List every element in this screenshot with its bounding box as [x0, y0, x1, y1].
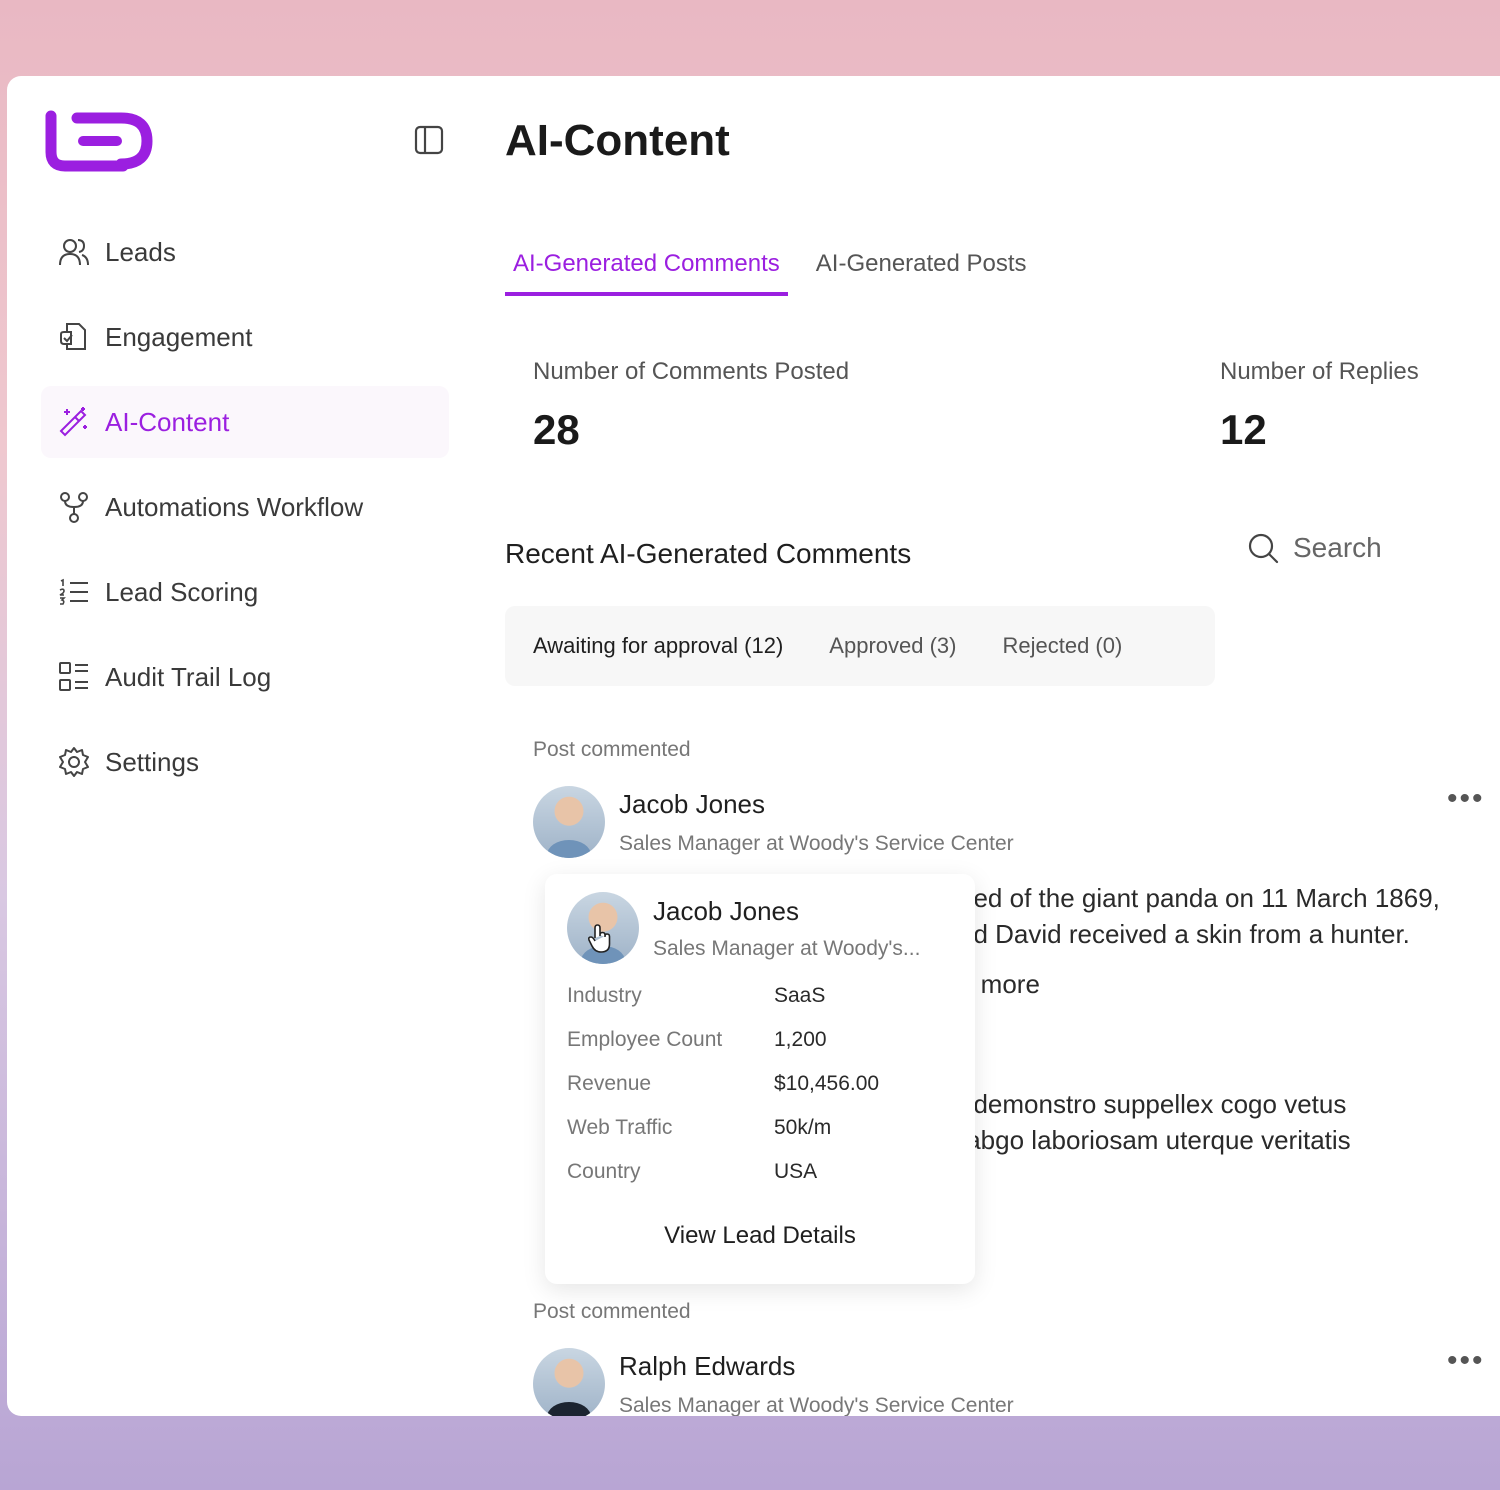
author-title: Sales Manager at Woody's Service Center — [619, 831, 1014, 855]
gear-icon — [57, 745, 91, 779]
sidebar-toggle-icon[interactable] — [413, 124, 445, 156]
field-value: USA — [774, 1160, 818, 1183]
filter-approved[interactable]: Approved (3) — [829, 633, 956, 659]
post-commented-label: Post commented — [533, 1300, 691, 1323]
author-name: Jacob Jones — [653, 895, 799, 926]
status-filter-bar: Awaiting for approval (12) Approved (3) … — [505, 606, 1215, 686]
tab-ai-generated-comments[interactable]: AI-Generated Comments — [505, 246, 788, 296]
hand-cursor-icon — [587, 924, 611, 953]
content-tabs: AI-Generated Comments AI-Generated Posts — [505, 246, 1055, 296]
sidebar-item-ai-content[interactable]: AI-Content — [41, 386, 449, 458]
field-key: Employee Count — [567, 1028, 723, 1051]
field-web-traffic: Web Traffic 50k/m — [567, 1116, 953, 1140]
comment-line: tabgo laboriosam uterque veritatis — [959, 1125, 1351, 1155]
sidebar-item-lead-scoring[interactable]: Lead Scoring — [41, 556, 449, 628]
comment-line: ned of the giant panda on 11 March 1869, — [959, 883, 1440, 913]
tab-ai-generated-posts[interactable]: AI-Generated Posts — [808, 246, 1035, 296]
sidebar-item-engagement[interactable]: Engagement — [41, 301, 449, 373]
sidebar-item-label: Automations Workflow — [105, 491, 364, 522]
stat-value: 28 — [533, 406, 580, 453]
filter-rejected[interactable]: Rejected (0) — [1002, 633, 1122, 659]
field-key: Web Traffic — [567, 1116, 673, 1139]
field-employee-count: Employee Count 1,200 — [567, 1028, 953, 1052]
stat-replies: Number of Replies 12 — [1220, 358, 1419, 454]
comment-line: ; demonstro suppellex cogo vetus — [959, 1089, 1347, 1119]
post-commented-label: Post commented — [533, 738, 691, 761]
engagement-icon — [57, 320, 91, 354]
page-title: AI-Content — [505, 116, 730, 165]
avatar[interactable] — [533, 786, 605, 858]
sidebar-item-label: AI-Content — [105, 406, 230, 437]
audit-log-icon — [57, 660, 91, 694]
field-key: Revenue — [567, 1072, 652, 1095]
author-title: Sales Manager at Woody's Service Center — [619, 1393, 1014, 1417]
workflow-icon — [57, 490, 91, 524]
avatar[interactable] — [533, 1348, 605, 1416]
stat-comments-posted: Number of Comments Posted 28 — [533, 358, 849, 454]
field-value: 1,200 — [774, 1028, 827, 1051]
sidebar-item-label: Engagement — [105, 321, 253, 352]
app-window: Leads Engagement AI-Content Automations … — [7, 76, 1500, 1416]
popover-header: Jacob Jones Sales Manager at Woody's... — [567, 892, 953, 964]
sidebar: Leads Engagement AI-Content Automations … — [7, 76, 467, 1416]
field-value: 50k/m — [774, 1116, 832, 1139]
sidebar-item-automations-workflow[interactable]: Automations Workflow — [41, 471, 449, 543]
sidebar-item-label: Settings — [105, 746, 199, 777]
field-industry: Industry SaaS — [567, 984, 953, 1008]
field-key: Country — [567, 1160, 641, 1183]
field-revenue: Revenue $10,456.00 — [567, 1072, 953, 1096]
author-info: Jacob Jones Sales Manager at Woody's Ser… — [619, 789, 1014, 856]
stat-value: 12 — [1220, 406, 1267, 453]
field-key: Industry — [567, 984, 642, 1007]
author-info: Jacob Jones Sales Manager at Woody's... — [653, 896, 920, 961]
field-country: Country USA — [567, 1160, 953, 1184]
more-options-icon[interactable]: ••• — [1447, 782, 1485, 816]
view-lead-details-button[interactable]: View Lead Details — [567, 1222, 953, 1250]
search-placeholder: Search — [1293, 532, 1382, 563]
list-icon — [57, 575, 91, 609]
sidebar-item-leads[interactable]: Leads — [41, 216, 449, 288]
author-title: Sales Manager at Woody's... — [653, 936, 921, 960]
filter-awaiting-approval[interactable]: Awaiting for approval (12) — [533, 633, 783, 659]
sidebar-item-audit-trail-log[interactable]: Audit Trail Log — [41, 641, 449, 713]
sidebar-item-label: Audit Trail Log — [105, 661, 272, 692]
sidebar-item-settings[interactable]: Settings — [41, 726, 449, 798]
search-input[interactable]: Search — [1247, 532, 1382, 564]
sidebar-item-label: Lead Scoring — [105, 576, 259, 607]
search-icon — [1248, 533, 1279, 564]
comment-text-2: ; demonstro suppellex cogo vetus tabgo l… — [959, 1086, 1499, 1174]
users-icon — [57, 235, 91, 269]
author-info: Ralph Edwards Sales Manager at Woody's S… — [619, 1351, 1014, 1417]
comment-line: " — [959, 1158, 1499, 1174]
see-more-link[interactable]: e more — [959, 966, 1499, 1002]
more-options-icon[interactable]: ••• — [1447, 1344, 1485, 1378]
comment-text: ned of the giant panda on 11 March 1869,… — [959, 880, 1499, 952]
sidebar-item-label: Leads — [105, 236, 176, 267]
stat-label: Number of Replies — [1220, 358, 1419, 385]
section-title: Recent AI-Generated Comments — [505, 538, 912, 569]
magic-wand-icon — [57, 405, 91, 439]
field-value: SaaS — [774, 984, 826, 1007]
field-value: $10,456.00 — [774, 1072, 880, 1095]
author-name[interactable]: Ralph Edwards — [619, 1351, 1014, 1382]
stat-label: Number of Comments Posted — [533, 358, 850, 385]
comment-line: nd David received a skin from a hunter. — [959, 919, 1410, 949]
logo-icon[interactable] — [43, 110, 155, 172]
post-author[interactable]: Ralph Edwards Sales Manager at Woody's S… — [533, 1348, 1014, 1416]
sidebar-nav: Leads Engagement AI-Content Automations … — [41, 216, 449, 811]
author-name[interactable]: Jacob Jones — [619, 789, 1014, 820]
post-author[interactable]: Jacob Jones Sales Manager at Woody's Ser… — [533, 786, 1014, 858]
